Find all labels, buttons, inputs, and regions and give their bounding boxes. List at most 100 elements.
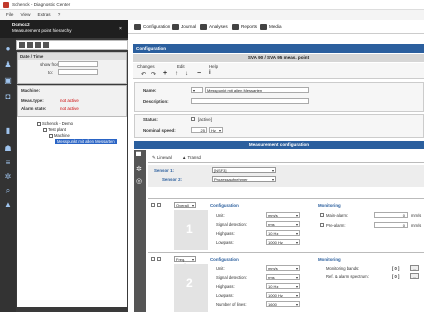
description-input[interactable]: [191, 98, 309, 104]
machine-icon[interactable]: ▣: [3, 76, 13, 86]
redo-icon[interactable]: ↷: [151, 71, 156, 78]
block2-number: 2: [186, 276, 193, 290]
block1-row-label: Highpass:: [216, 231, 235, 236]
settings-icon[interactable]: ✲: [3, 172, 13, 182]
block2-config-title: Configuration: [210, 257, 239, 262]
arrow-down-icon[interactable]: ↓: [185, 71, 188, 77]
menu-bar: File View Extras ?: [0, 10, 424, 20]
copy-icon[interactable]: [27, 42, 33, 48]
search-icon[interactable]: ⌕: [3, 186, 13, 196]
pre-alarm-input[interactable]: 0: [374, 222, 408, 228]
tab-journal[interactable]: Journal: [172, 24, 196, 30]
sensor1-label: Sensor 1:: [154, 168, 175, 173]
block1-row-label: Lowpass:: [216, 240, 234, 245]
from-input[interactable]: [58, 61, 98, 67]
menu-file[interactable]: File: [6, 12, 13, 17]
block2-row-select[interactable]: 1600 ▾: [266, 301, 300, 307]
warning-icon[interactable]: ▲: [3, 200, 13, 210]
machine-label: Machine:: [21, 88, 41, 93]
block2-row-label: Lowpass:: [216, 293, 234, 298]
to-input[interactable]: [58, 69, 98, 75]
name-input[interactable]: Messpunkt mit allen Messarten: [205, 87, 309, 93]
undo-icon[interactable]: ↶: [141, 71, 146, 78]
user-icon[interactable]: ●: [3, 44, 13, 54]
alarm-icon[interactable]: ◘: [3, 92, 13, 102]
help-label: Help: [209, 64, 219, 69]
title-bar: Schenck - Diagnostic Center: [0, 0, 424, 10]
status-checkbox[interactable]: [191, 117, 195, 121]
remove-icon[interactable]: −: [197, 70, 201, 77]
nominal-speed-input[interactable]: 25: [191, 127, 207, 133]
add-icon[interactable]: +: [163, 70, 167, 77]
group-icon[interactable]: ☗: [3, 144, 13, 154]
tree-node[interactable]: Machine: [49, 133, 70, 138]
person-icon[interactable]: ♟: [3, 60, 13, 70]
tree-node[interactable]: Test plant: [43, 127, 66, 132]
tree-node-selected[interactable]: Messpunkt mit allen Messarten: [55, 139, 117, 144]
nominal-speed-unit-select[interactable]: Hz ▾: [209, 127, 223, 133]
name-label: Name:: [143, 88, 157, 93]
config-toolbar: Changes Edit Help ↶ ↷ + ↑ ↓ − i: [133, 63, 424, 79]
block2-row-select[interactable]: rms ▾: [266, 274, 300, 280]
sensor1-select[interactable]: [NSF3] ▾: [212, 167, 276, 173]
ref-alarm-spectrum-button[interactable]: ...: [410, 273, 419, 279]
block2-row-select[interactable]: 10 Hz ▾: [266, 283, 300, 289]
config-side-strip: ▀ ✲ ◎: [134, 150, 146, 312]
sensor2-label: Sensor 2:: [162, 177, 183, 182]
subtab-transd[interactable]: ▲ Transd: [182, 155, 201, 160]
block1-config-title: Configuration: [210, 203, 239, 208]
monitoring-bands-button[interactable]: ...: [410, 265, 419, 271]
point-title: SVA 90 / SVA 95 meas. point: [133, 54, 424, 62]
block1-number-box: 1: [174, 210, 208, 250]
block2-row-select[interactable]: mm/s ▾: [266, 265, 300, 271]
nominal-speed-label: Nominal speed:: [143, 128, 176, 133]
close-icon[interactable]: ×: [119, 26, 125, 32]
monitoring-bands-label: Monitoring bands:: [326, 266, 360, 271]
machine-panel: Machine: Meas.type: not active Alarm sta…: [17, 85, 127, 117]
gear-icon[interactable]: ✲: [136, 165, 142, 173]
delete-icon[interactable]: [35, 42, 41, 48]
device-icon[interactable]: ▮: [3, 126, 13, 136]
name-prefix-dropdown[interactable]: ▾: [191, 87, 203, 93]
info-icon[interactable]: i: [209, 70, 211, 76]
to-label: to:: [48, 70, 53, 75]
tab-reports[interactable]: Reports: [232, 24, 257, 30]
hierarchy-toolbar: [16, 40, 128, 50]
menu-help[interactable]: ?: [58, 12, 61, 17]
menu-extras[interactable]: Extras: [38, 12, 51, 17]
pen-icon: ✎: [152, 155, 156, 160]
block2-row-select[interactable]: 1000 Hz ▾: [266, 292, 300, 298]
date-time-header: Date / Time: [18, 53, 126, 60]
tree-node[interactable]: Schenck - Demo: [37, 121, 73, 126]
new-icon[interactable]: [19, 42, 25, 48]
edit-label: Edit: [177, 64, 185, 69]
block1-row-select[interactable]: 10 Hz ▾: [266, 230, 300, 236]
block1-checkbox-b[interactable]: [157, 203, 161, 207]
main-alarm-checkbox[interactable]: [320, 213, 324, 217]
block1-checkbox-a[interactable]: [151, 203, 155, 207]
block1-type-select[interactable]: Overall ▾: [174, 202, 196, 208]
list-icon[interactable]: ≡: [3, 158, 13, 168]
left-panel-subtitle: Measurement point hierarchy: [12, 28, 72, 33]
target-icon[interactable]: ◎: [136, 177, 142, 185]
block1-row-select[interactable]: rms ▾: [266, 221, 300, 227]
pre-alarm-unit: mm/s: [411, 223, 422, 228]
subtab-linewal[interactable]: ✎ Linewal: [152, 155, 172, 161]
tab-analyses[interactable]: Analyses: [200, 24, 228, 30]
pre-alarm-checkbox[interactable]: [320, 223, 324, 227]
print-icon[interactable]: [43, 42, 49, 48]
main-alarm-input[interactable]: 0: [374, 212, 408, 218]
status-value: [active]: [198, 117, 212, 122]
sensor2-select[interactable]: Prozessaufnehmer ▾: [212, 176, 276, 182]
block1-row-select[interactable]: 1000 Hz ▾: [266, 239, 300, 245]
app-icon: [3, 2, 9, 8]
tab-media[interactable]: Media: [260, 24, 282, 30]
tab-configuration[interactable]: Configuration: [134, 24, 170, 30]
comment-icon[interactable]: ▀: [136, 153, 141, 160]
menu-view[interactable]: View: [21, 12, 31, 17]
block2-checkbox-b[interactable]: [157, 257, 161, 261]
block1-row-select[interactable]: mm/s ▾: [266, 212, 300, 218]
arrow-up-icon[interactable]: ↑: [175, 71, 178, 77]
block2-type-select[interactable]: Freq. spectrum▾: [174, 256, 196, 267]
block2-checkbox-a[interactable]: [151, 257, 155, 261]
